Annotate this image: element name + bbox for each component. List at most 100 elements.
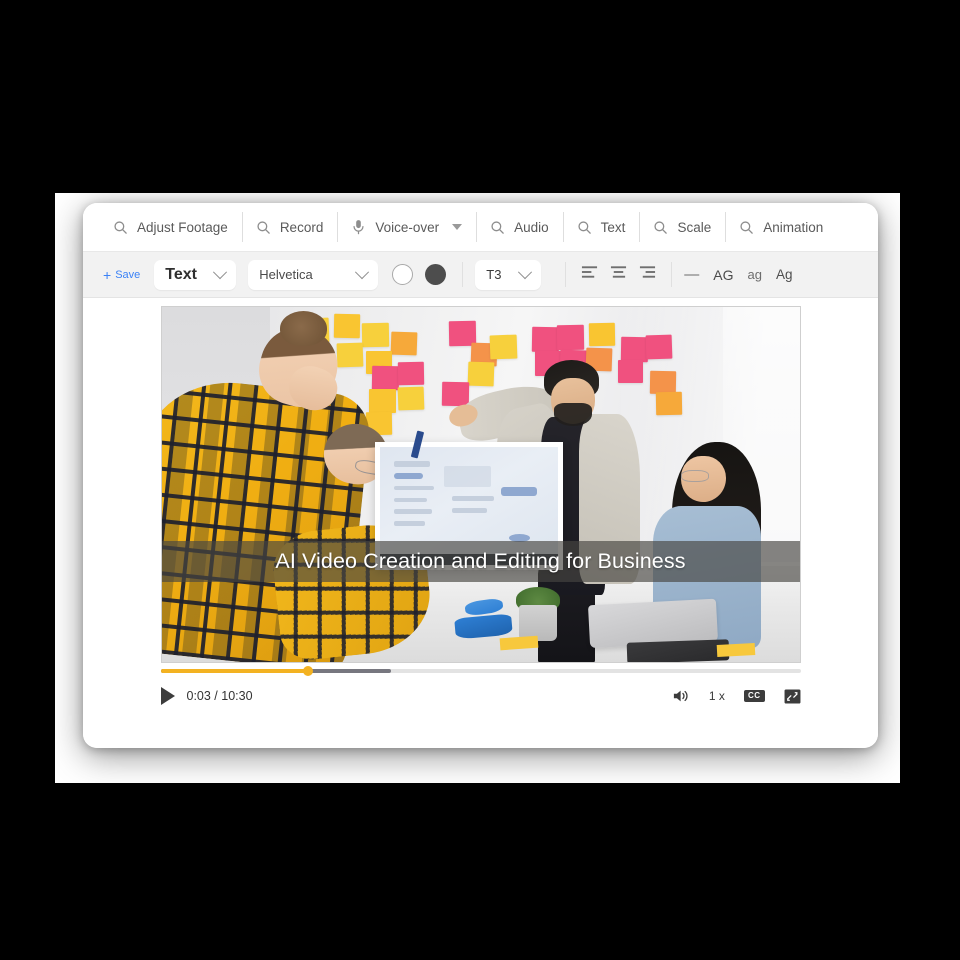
chevron-down-icon[interactable]: [452, 224, 463, 230]
sticky-note: [368, 388, 396, 413]
toolbar-divider: [671, 262, 673, 287]
sticky-note: [531, 326, 559, 352]
progress-bar[interactable]: [160, 666, 801, 676]
sticky-note: [336, 342, 363, 368]
outline-color-swatch[interactable]: [392, 264, 414, 285]
fill-color-swatch[interactable]: [425, 264, 447, 285]
align-center-button[interactable]: [607, 261, 630, 288]
whiteboard-ui-element: [394, 485, 434, 491]
primary-toolbar: Adjust Footage Record Voice-over Audio T…: [83, 203, 878, 251]
sticky-note: [655, 391, 682, 416]
sticky-note: [556, 324, 585, 350]
align-right-button[interactable]: [636, 261, 659, 288]
search-icon: [577, 220, 592, 235]
font-family-value: Helvetica: [259, 267, 313, 282]
person-plaid-jacket-hair-bun: [279, 310, 328, 347]
toolbar-item-adjust-footage[interactable]: Adjust Footage: [99, 203, 242, 251]
whiteboard-ui-element: [501, 486, 538, 497]
page-backdrop: Adjust Footage Record Voice-over Audio T…: [0, 0, 960, 960]
desk-plant-pot: [518, 605, 558, 641]
text-case-group: — AG ag Ag: [684, 266, 792, 283]
sticky-note: [333, 313, 360, 339]
toolbar-label: Animation: [763, 219, 824, 235]
video-editor-window: Adjust Footage Record Voice-over Audio T…: [83, 203, 878, 748]
video-player-controls: 0:03 / 10:30 1 x CC: [160, 663, 801, 710]
search-icon: [653, 220, 668, 235]
font-size-value: T3: [486, 267, 502, 282]
uppercase-button[interactable]: AG: [713, 267, 733, 283]
chevron-down-icon: [518, 264, 533, 279]
text-style-select[interactable]: Text: [154, 259, 237, 290]
save-button-label: Save: [115, 268, 141, 281]
align-center-icon: [611, 266, 627, 278]
toolbar-item-voice-over[interactable]: Voice-over: [337, 203, 476, 251]
toolbar-item-scale[interactable]: Scale: [639, 203, 725, 251]
desk-tablet: [626, 638, 730, 662]
toolbar-label: Scale: [677, 219, 712, 235]
chevron-down-icon: [213, 264, 228, 279]
none-case-button[interactable]: —: [684, 266, 699, 283]
person-seated-woman-glasses: [681, 470, 709, 483]
lowercase-button[interactable]: ag: [748, 267, 762, 282]
controls-left-group: 0:03 / 10:30: [160, 687, 253, 705]
time-display: 0:03 / 10:30: [186, 689, 253, 703]
whiteboard-ui-element: [394, 521, 425, 526]
whiteboard-ui-element: [451, 496, 495, 502]
presenter-beard: [553, 402, 593, 426]
whiteboard-ui-element: [394, 461, 431, 467]
font-size-select[interactable]: T3: [475, 259, 542, 290]
video-caption-bar: AI Video Creation and Editing for Busine…: [161, 541, 800, 582]
sticky-note: [620, 336, 648, 363]
search-icon: [490, 220, 505, 235]
sticky-note: [467, 361, 494, 387]
sticky-note: [588, 322, 615, 347]
chevron-down-icon: [355, 264, 370, 279]
sticky-note: [371, 365, 400, 390]
toolbar-label: Audio: [514, 219, 549, 235]
text-style-value: Text: [165, 265, 197, 283]
whiteboard-ui-element: [444, 465, 491, 487]
sticky-note: [442, 381, 470, 406]
toolbar-label: Record: [279, 219, 324, 235]
sticky-note: [617, 360, 644, 384]
whiteboard-ui-element: [394, 497, 427, 503]
toolbar-item-record[interactable]: Record: [241, 203, 338, 251]
whiteboard-ui-element: [394, 509, 432, 515]
capitalize-button[interactable]: Ag: [776, 267, 793, 282]
sticky-note: [649, 370, 676, 395]
search-icon: [256, 220, 271, 235]
toolbar-divider: [565, 262, 567, 287]
controls-row: 0:03 / 10:30 1 x CC: [160, 682, 801, 710]
align-left-button[interactable]: [578, 261, 601, 288]
sticky-note: [645, 334, 673, 360]
progress-handle[interactable]: [302, 666, 313, 676]
plus-icon: +: [103, 266, 112, 283]
play-icon[interactable]: [160, 687, 175, 705]
toolbar-item-text[interactable]: Text: [562, 203, 640, 251]
sticky-note: [397, 361, 424, 386]
toolbar-item-audio[interactable]: Audio: [476, 203, 563, 251]
video-canvas[interactable]: AI Video Creation and Editing for Busine…: [160, 306, 801, 663]
save-button[interactable]: + Save: [103, 268, 154, 282]
played-range: [160, 669, 308, 673]
text-format-toolbar: + Save Text Helvetica T3 — AG ag Ag: [83, 251, 878, 298]
closed-captions-button[interactable]: CC: [743, 690, 765, 702]
sticky-note: [362, 322, 390, 348]
fullscreen-icon[interactable]: [784, 688, 801, 704]
toolbar-item-animation[interactable]: Animation: [725, 203, 837, 251]
search-icon: [113, 220, 128, 235]
video-caption-text: AI Video Creation and Editing for Busine…: [275, 549, 686, 573]
text-align-group: [578, 261, 659, 288]
video-preview-area: AI Video Creation and Editing for Busine…: [83, 298, 878, 748]
playback-speed-button[interactable]: 1 x: [709, 689, 725, 703]
toolbar-label: Adjust Footage: [137, 219, 228, 235]
video-scene: [161, 307, 800, 662]
align-right-icon: [640, 266, 656, 278]
align-left-icon: [582, 266, 598, 278]
sticky-note: [489, 334, 518, 360]
volume-icon[interactable]: [672, 688, 690, 704]
font-family-select[interactable]: Helvetica: [248, 259, 379, 290]
sticky-note: [390, 331, 418, 356]
color-swatch-group: [390, 264, 450, 285]
search-icon: [739, 220, 754, 235]
